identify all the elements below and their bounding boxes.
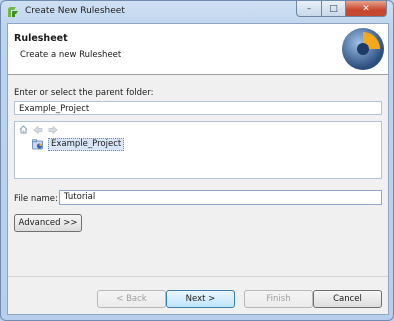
window-title: Create New Rulesheet [25,6,125,16]
file-name-label: File name: [14,194,58,204]
home-icon[interactable] [19,125,28,134]
back-button[interactable]: < Back [97,290,166,308]
parent-folder-label: Enter or select the parent folder: [14,88,154,98]
app-icon [8,7,18,17]
dialog-body: Rulesheet Create a new Rulesheet Enter o… [7,23,389,315]
close-button[interactable]: ✕ [346,1,387,17]
page-description: Create a new Rulesheet [20,50,122,60]
dialog-window: Create New Rulesheet – □ ✕ Rulesheet Cre… [0,0,394,321]
minimize-button[interactable]: – [296,1,322,17]
wizard-banner-icon [342,28,384,70]
next-button[interactable]: Next > [166,290,235,308]
tree-item-example-project[interactable]: Example_Project [32,138,125,151]
forward-arrow-icon[interactable] [48,125,58,134]
title-bar[interactable]: Create New Rulesheet – □ ✕ [1,1,393,23]
wizard-header: Rulesheet Create a new Rulesheet [8,24,388,75]
advanced-button[interactable]: Advanced >> [14,214,82,232]
page-title: Rulesheet [14,33,68,44]
back-arrow-icon[interactable] [33,125,43,134]
finish-button[interactable]: Finish [244,290,313,308]
parent-folder-input[interactable]: Example_Project [14,101,382,115]
cancel-button[interactable]: Cancel [313,290,382,308]
file-name-input[interactable]: Tutorial [59,190,382,205]
folder-tree[interactable]: Example_Project [14,121,382,179]
maximize-button[interactable]: □ [322,1,346,17]
project-folder-icon [32,139,43,150]
footer-divider [8,276,388,277]
tree-item-label: Example_Project [48,138,125,151]
